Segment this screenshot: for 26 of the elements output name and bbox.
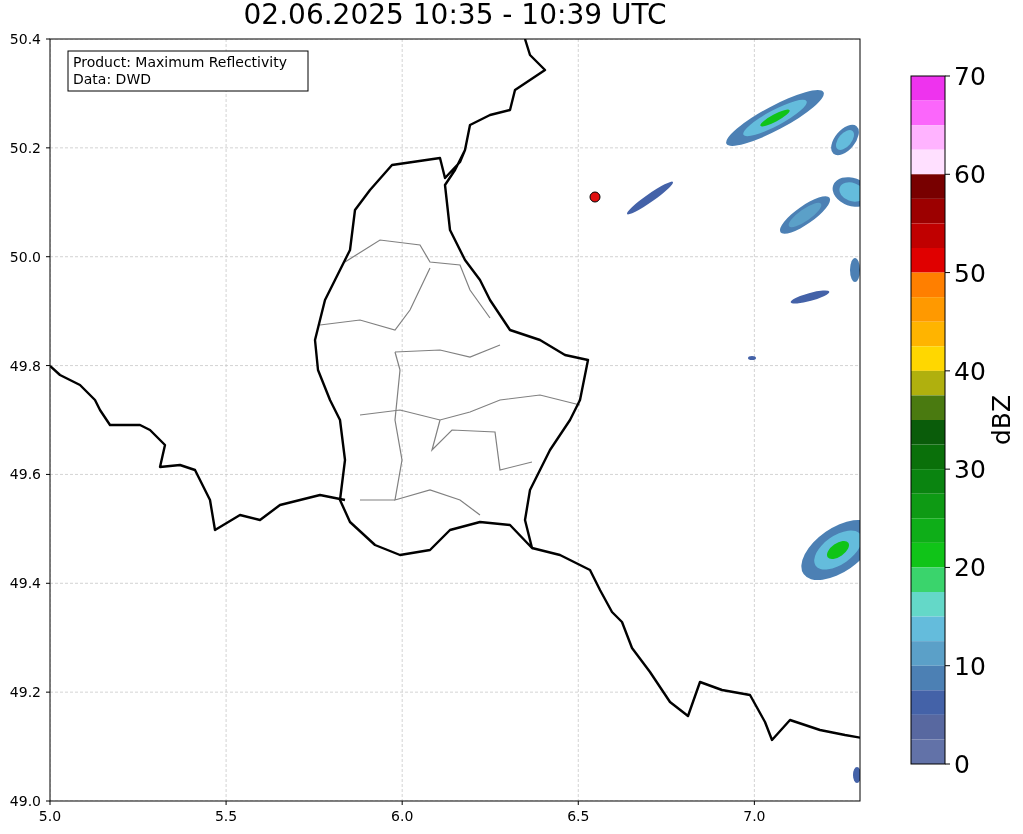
colorbar-label: dBZ [987, 394, 1016, 446]
axis-tick-label: 7.0 [743, 808, 766, 824]
legend-text: Product: Maximum Reflectivity [73, 54, 287, 70]
axis-tick-label: 49.6 [9, 466, 41, 483]
colorbar-tick-label: 0 [954, 750, 970, 779]
axis-tick-label: 50.2 [9, 139, 41, 156]
legend-text: Data: DWD [73, 71, 151, 87]
colorbar-tick-label: 10 [954, 651, 986, 681]
colorbar-tick-label: 40 [954, 356, 986, 386]
axis-tick-label: 50.4 [9, 31, 41, 47]
axis-tick-label: 5.5 [214, 808, 238, 824]
location-marker [589, 191, 601, 203]
chart-title: 02.06.2025 10:35 - 10:39 UTC [243, 0, 667, 30]
axis-tick-label: 50.0 [9, 248, 41, 265]
colorbar-tick-label: 20 [954, 553, 986, 583]
axis-tick-label: 49.2 [9, 684, 41, 701]
colorbar-tick-label: 60 [954, 160, 986, 190]
axis-tick-label: 49.8 [9, 357, 41, 374]
axis-tick-label: 6.5 [567, 808, 590, 824]
axis-tick-label: 49.0 [9, 793, 41, 809]
axis-tick-label: 5.0 [38, 808, 62, 824]
axis-tick-label: 49.4 [9, 575, 41, 592]
colorbar-tick-label: 70 [954, 62, 986, 91]
colorbar-tick-label: 50 [954, 258, 986, 288]
axis-tick-label: 6.0 [391, 808, 414, 824]
colorbar-tick-label: 30 [954, 455, 986, 485]
